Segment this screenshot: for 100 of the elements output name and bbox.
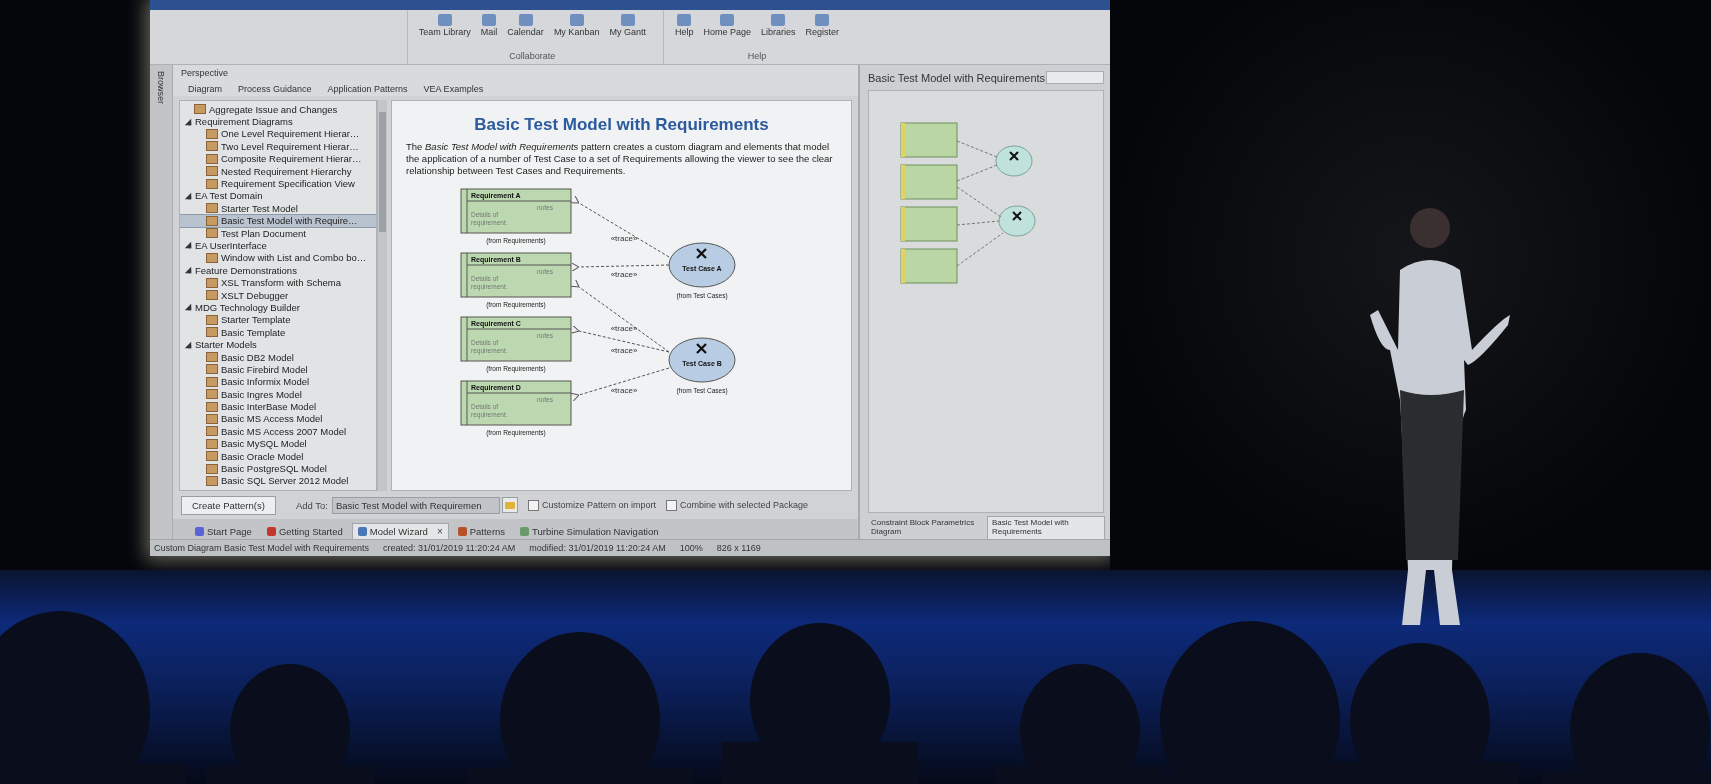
pattern-icon	[206, 463, 218, 474]
expand-caret-icon[interactable]	[184, 242, 192, 249]
tree-item[interactable]: Requirement Specification View	[180, 177, 376, 190]
trace-label: «trace»	[610, 345, 637, 355]
tree-item[interactable]: Basic MS Access 2007 Model	[180, 425, 376, 438]
tree-item[interactable]: Nested Requirement Hierarchy	[180, 164, 376, 178]
document-tab[interactable]: Model Wizard ×	[351, 523, 449, 539]
ribbon-button[interactable]: Mail	[477, 13, 501, 38]
pattern-icon	[206, 203, 218, 214]
tree-item[interactable]: Composite Requirement Hierar…	[180, 152, 376, 165]
tree-item[interactable]: Basic Firebird Model	[180, 363, 376, 376]
pattern-icon	[206, 166, 218, 177]
ribbon-button[interactable]: Calendar	[504, 13, 547, 38]
pattern-icon	[206, 401, 218, 412]
tree-item[interactable]: Starter Test Model	[180, 202, 376, 215]
expand-caret-icon[interactable]	[184, 192, 192, 200]
trace-label: «trace»	[610, 269, 637, 279]
pattern-icon	[206, 215, 218, 226]
tree-item[interactable]: One Level Requirement Hierar…	[180, 127, 376, 141]
diagram-tab[interactable]: Constraint Block Parametrics Diagram	[866, 516, 984, 539]
perspective-tab[interactable]: Application Patterns	[320, 81, 415, 96]
pattern-icon	[206, 451, 218, 462]
search-field[interactable]	[1046, 71, 1104, 84]
tree-group-item[interactable]: Starter Models	[180, 338, 376, 351]
document-tab[interactable]: Patterns	[451, 523, 512, 539]
tree-item[interactable]: Basic PostgreSQL Model	[180, 462, 376, 475]
pattern-icon	[206, 352, 218, 362]
tree-item[interactable]: Basic Oracle Model	[180, 449, 376, 463]
pattern-icon	[206, 153, 218, 164]
tab-icon	[520, 527, 530, 536]
diagram-tab[interactable]: Basic Test Model with Requirements	[987, 516, 1105, 539]
app-icon	[720, 14, 735, 26]
pattern-icon	[206, 228, 218, 239]
trace-label: «trace»	[610, 233, 637, 243]
pattern-icon	[206, 426, 218, 437]
pattern-icon	[206, 475, 218, 486]
add-to-label: Add To:	[295, 499, 328, 511]
add-to-field[interactable]: Basic Test Model with Requiremen	[331, 496, 500, 514]
app-icon	[569, 14, 584, 26]
ribbon-button[interactable]: Register	[802, 13, 842, 38]
tree-item[interactable]: Basic Test Model with Require…	[180, 214, 376, 227]
tree-item[interactable]: XSLT Debugger	[180, 288, 376, 302]
tree-item[interactable]: Basic Ingres Model	[180, 388, 376, 401]
tree-item[interactable]: Aggregate Issue and Changes	[180, 103, 376, 116]
tree-group-item[interactable]: MDG Technology Builder	[180, 301, 376, 314]
app-icon	[771, 14, 786, 26]
app-icon	[482, 14, 497, 26]
expand-caret-icon[interactable]	[184, 118, 192, 125]
tree-item[interactable]: Window with List and Combo bo…	[180, 251, 376, 265]
ribbon-button[interactable]: Libraries	[757, 13, 799, 38]
scrollbar-thumb[interactable]	[379, 112, 386, 232]
ribbon-button[interactable]: My Gantt	[606, 13, 649, 38]
ribbon-button[interactable]: Team Library	[415, 13, 474, 38]
tab-icon	[195, 527, 204, 536]
perspective-label: Perspective	[181, 68, 230, 78]
document-tab[interactable]: Getting Started	[260, 523, 349, 539]
perspective-tab[interactable]: Diagram	[181, 81, 229, 96]
perspective-tab[interactable]: Process Guidance	[231, 81, 319, 96]
tree-item[interactable]: Two Level Requirement Hierar…	[180, 140, 376, 153]
tree-item[interactable]: Starter Template	[180, 313, 376, 327]
expand-caret-icon[interactable]	[184, 267, 192, 274]
tree-item[interactable]: Basic MySQL Model	[180, 437, 376, 450]
pattern-icon	[206, 252, 218, 263]
tree-group-item[interactable]: EA Test Domain	[180, 189, 376, 203]
tree-item[interactable]: XSL Transform with Schema	[180, 276, 376, 289]
close-icon[interactable]: ×	[436, 526, 443, 537]
ribbon-button[interactable]: Home Page	[700, 13, 754, 38]
tree-group-item[interactable]: EA UserInterface	[180, 239, 376, 252]
tree-group-item[interactable]: Feature Demonstrations	[180, 264, 376, 277]
checkbox[interactable]	[665, 499, 677, 511]
tree-item[interactable]: Basic SQL Server 2012 Model	[180, 474, 376, 488]
tree-item[interactable]: Basic Template	[180, 326, 376, 339]
pattern-icon	[206, 141, 218, 152]
tree-item[interactable]: Basic MS Access Model	[180, 412, 376, 426]
tree-group-item[interactable]: Requirement Diagrams	[180, 115, 376, 128]
status-text: 100%	[679, 543, 703, 553]
pattern-icon	[206, 128, 218, 139]
status-text: modified: 31/01/2019 11:20:24 AM	[529, 543, 666, 553]
tree-item[interactable]: Basic DB2 Model	[180, 350, 376, 364]
tab-icon	[457, 527, 467, 536]
tab-icon	[357, 527, 367, 536]
document-tab[interactable]: Start Page	[189, 523, 258, 539]
ribbon-button[interactable]: My Kanban	[550, 13, 603, 38]
scrollbar[interactable]	[377, 100, 387, 491]
tree-item[interactable]: Test Plan Document	[180, 226, 376, 240]
app-icon	[518, 14, 533, 26]
browser-tab[interactable]: Browser	[156, 71, 166, 104]
create-pattern-button[interactable]: Create Pattern(s)	[181, 495, 276, 515]
ribbon-button[interactable]: Help	[671, 13, 697, 38]
status-text: created: 31/01/2019 11:20:24 AM	[382, 543, 516, 553]
tab-icon	[266, 527, 276, 536]
tree-item[interactable]: Basic Informix Model	[180, 375, 376, 388]
document-tab[interactable]: Turbine Simulation Navigation	[514, 523, 665, 539]
checkbox[interactable]	[527, 499, 539, 511]
tree-item[interactable]: Basic InterBase Model	[180, 400, 376, 413]
perspective-tab[interactable]: VEA Examples	[416, 81, 491, 96]
pattern-icon	[206, 178, 218, 189]
expand-caret-icon[interactable]	[184, 341, 192, 348]
expand-caret-icon[interactable]	[184, 304, 192, 311]
status-text: 826 x 1169	[716, 543, 761, 553]
